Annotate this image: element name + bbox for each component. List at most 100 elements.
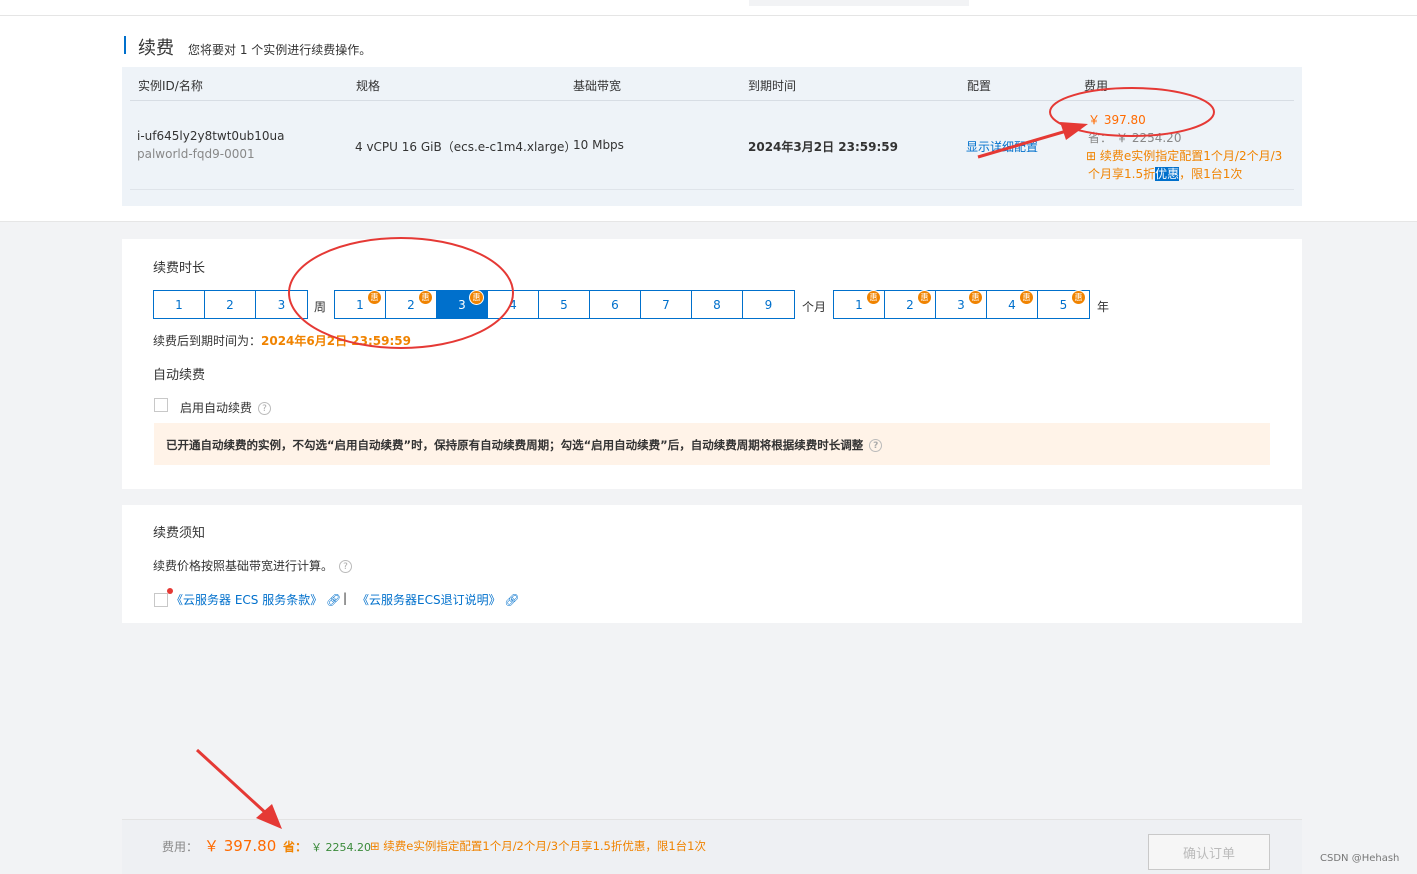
col-header-config: 配置: [967, 79, 992, 93]
confirm-order-button[interactable]: 确认订单: [1148, 834, 1270, 870]
footer-promo-row: ⊞ 续费e实例指定配置1个月/2个月/3个月享1.5折优惠，限1台1次: [370, 838, 706, 854]
row-promo-line1: ⊞ 续费e实例指定配置1个月/2个月/3: [1086, 147, 1282, 164]
month-option-label: 6: [611, 297, 619, 312]
top-tab-stub: [749, 0, 969, 6]
month-option-label: 9: [764, 297, 773, 312]
year-option-label: 5: [1059, 297, 1068, 312]
year-option-4[interactable]: 4惠: [987, 290, 1038, 318]
after-expire-label: 续费后到期时间为：: [153, 334, 262, 348]
month-option-label: 4: [509, 297, 517, 312]
section-header: 续费 您将要对 1 个实例进行续费操作。: [124, 34, 372, 59]
row-divider: [130, 189, 1294, 190]
week-option-1[interactable]: 1: [154, 291, 205, 318]
month-option-4[interactable]: 4: [488, 291, 539, 318]
page-subtitle: 您将要对 1 个实例进行续费操作。: [188, 43, 372, 57]
terms-separator: |: [343, 591, 348, 605]
week-option-3[interactable]: 3: [256, 291, 307, 318]
auto-renew-row: 启用自动续费?: [180, 399, 272, 416]
week-option-label: 1: [175, 297, 183, 312]
year-option-1[interactable]: 1惠: [834, 290, 885, 318]
help-icon[interactable]: ?: [869, 439, 883, 452]
instance-expire: 2024年3月2日 23:59:59: [748, 140, 898, 154]
month-option-label: 3: [458, 297, 466, 312]
year-option-label: 3: [957, 297, 965, 312]
week-selector: 1 2 3: [153, 290, 308, 319]
terms-desc-row: 续费价格按照基础带宽进行计算。?: [153, 557, 353, 574]
ecs-terms-link[interactable]: 《云服务器 ECS 服务条款》 🔗︎: [171, 591, 341, 608]
week-option-2[interactable]: 2: [205, 291, 256, 318]
row-save-label: 省：: [1088, 131, 1113, 145]
row-promo-text1: 续费e实例指定配置1个月/2个月/3: [1099, 149, 1283, 163]
terms-agree-checkbox[interactable]: [154, 593, 168, 607]
month-option-label: 1: [356, 297, 364, 312]
footer-promo: 续费e实例指定配置1个月/2个月/3个月享1.5折优惠，限1台1次: [383, 839, 706, 853]
year-option-label: 4: [1008, 297, 1016, 312]
ecs-terms-text: 《云服务器 ECS 服务条款》: [171, 593, 323, 607]
auto-renew-checkbox[interactable]: [154, 398, 168, 412]
year-option-3[interactable]: 3惠: [936, 290, 987, 318]
gift-icon: ⊞: [370, 839, 380, 853]
footer-save-value: ￥ 2254.20: [311, 841, 371, 854]
col-header-spec: 规格: [356, 79, 381, 93]
table-header: 实例ID/名称 规格 基础带宽 到期时间 配置 费用: [130, 67, 1294, 101]
month-option-1[interactable]: 1惠: [335, 290, 386, 318]
week-unit: 周: [314, 300, 327, 314]
row-price: ￥ 397.80: [1088, 113, 1146, 127]
month-option-7[interactable]: 7: [641, 291, 692, 318]
discount-badge-icon: 惠: [968, 290, 983, 305]
row-promo-text2b: 优惠: [1155, 167, 1180, 181]
month-selector: 1惠 2惠 3惠 4 5 6 7 8 9: [334, 290, 795, 319]
title-accent-bar: [124, 36, 126, 54]
week-option-label: 3: [277, 297, 286, 312]
year-option-label: 1: [855, 297, 863, 312]
month-option-8[interactable]: 8: [692, 291, 743, 318]
gift-icon: ⊞: [1086, 149, 1097, 163]
discount-badge-icon: 惠: [418, 290, 433, 305]
footer-fee-label: 费用：: [162, 840, 199, 854]
external-link-icon: 🔗︎: [326, 593, 342, 607]
col-header-bandwidth: 基础带宽: [573, 79, 622, 93]
discount-badge-icon: 惠: [866, 290, 881, 305]
auto-renew-label: 启用自动续费: [180, 401, 253, 415]
discount-badge-icon: 惠: [367, 290, 382, 305]
help-icon[interactable]: ?: [339, 560, 353, 573]
page-title: 续费: [138, 38, 174, 59]
month-option-3[interactable]: 3惠: [437, 290, 488, 318]
month-option-label: 2: [407, 297, 415, 312]
year-selector: 1惠 2惠 3惠 4惠 5惠: [833, 290, 1090, 319]
show-config-link[interactable]: 显示详细配置: [966, 138, 1038, 155]
discount-badge-icon: 惠: [1019, 290, 1034, 305]
watermark: CSDN @Hehash: [1320, 853, 1400, 864]
help-icon[interactable]: ?: [258, 402, 272, 415]
year-unit: 年: [1097, 300, 1110, 314]
instance-spec: 4 vCPU 16 GiB（ecs.e-c1m4.xlarge）: [355, 140, 577, 154]
annotation-arrow-line-bottom: [195, 748, 270, 817]
ecs-refund-link[interactable]: 《云服务器ECS退订说明》 🔗︎: [357, 591, 520, 608]
year-option-2[interactable]: 2惠: [885, 290, 936, 318]
instance-bandwidth: 10 Mbps: [573, 138, 624, 152]
month-option-6[interactable]: 6: [590, 291, 641, 318]
footer-save-label: 省：: [283, 840, 308, 854]
after-expire-value: 2024年6月2日 23:59:59: [261, 334, 411, 348]
month-option-2[interactable]: 2惠: [386, 290, 437, 318]
col-header-instance: 实例ID/名称: [138, 79, 203, 93]
month-option-5[interactable]: 5: [539, 291, 590, 318]
month-option-label: 7: [662, 297, 670, 312]
col-header-expire: 到期时间: [748, 79, 797, 93]
month-option-label: 8: [713, 297, 721, 312]
discount-badge-icon: 惠: [917, 290, 932, 305]
row-save: 省： ￥ 2254.20: [1088, 129, 1181, 146]
month-option-9[interactable]: 9: [743, 291, 794, 318]
instance-id: i-uf645ly2y8twt0ub10ua: [137, 129, 285, 143]
col-header-fee: 费用: [1084, 79, 1109, 93]
ecs-refund-text: 《云服务器ECS退订说明》: [357, 593, 501, 607]
instance-name: palworld-fqd9-0001: [137, 147, 255, 161]
year-option-5[interactable]: 5惠: [1038, 290, 1089, 318]
terms-desc: 续费价格按照基础带宽进行计算。: [153, 559, 334, 573]
discount-badge-icon: 惠: [469, 290, 484, 305]
month-unit: 个月: [802, 300, 827, 314]
auto-renew-notice: 已开通自动续费的实例，不勾选“启用自动续费”时，保持原有自动续费周期；勾选“启用…: [154, 423, 1270, 465]
top-tab-bar: [0, 0, 1417, 16]
terms-title: 续费须知: [153, 526, 206, 541]
auto-renew-notice-text: 已开通自动续费的实例，不勾选“启用自动续费”时，保持原有自动续费周期；勾选“启用…: [166, 438, 864, 452]
